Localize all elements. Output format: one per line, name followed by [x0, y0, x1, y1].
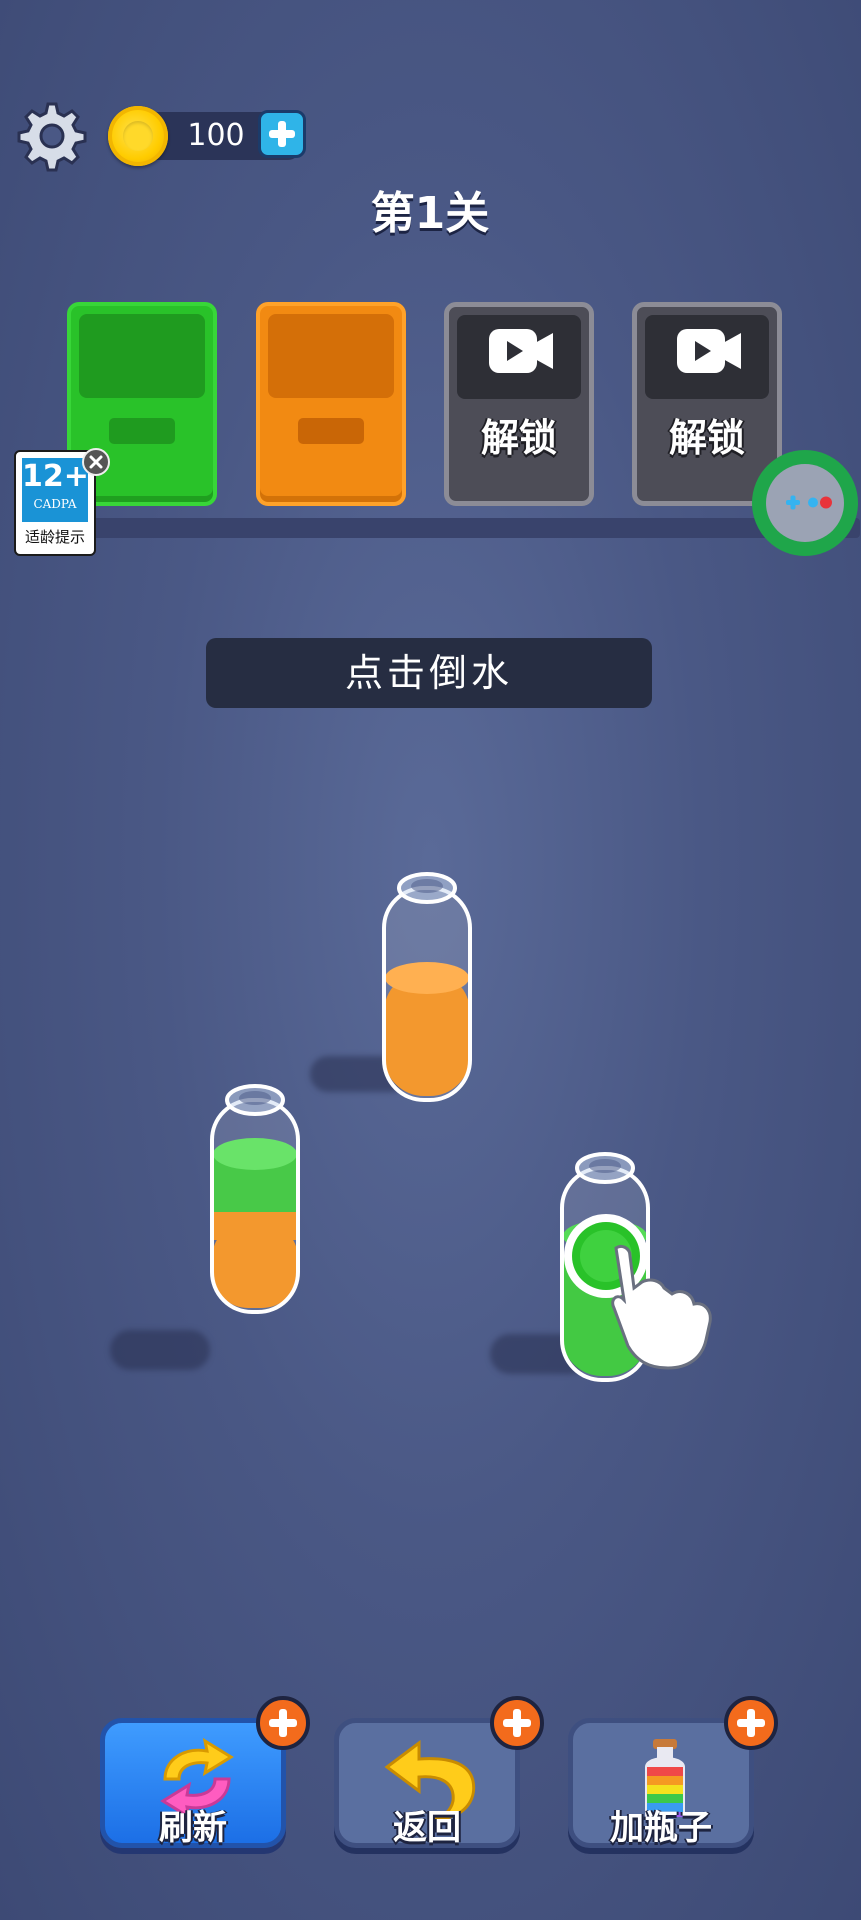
shelf	[40, 518, 860, 538]
tap-hand-pointer-icon	[564, 1214, 712, 1370]
settings-gear-icon[interactable]	[16, 100, 88, 172]
game-center-bubble[interactable]	[752, 450, 858, 556]
bottle-middle[interactable]	[378, 860, 482, 1110]
hint-banner: 点击倒水	[206, 638, 652, 708]
undo-plus-icon[interactable]	[490, 1696, 544, 1750]
coin-count: 100	[187, 118, 245, 153]
plus-icon	[269, 121, 295, 147]
add-bottle-label: 加瓶子	[610, 1808, 712, 1848]
close-icon[interactable]	[82, 448, 110, 476]
refresh-button[interactable]: 刷新	[100, 1718, 286, 1848]
refresh-label: 刷新	[159, 1808, 227, 1848]
video-icon	[489, 329, 553, 373]
bottle-shadow	[110, 1330, 210, 1370]
age-rating: 12+	[22, 459, 89, 494]
orange-color-box	[256, 302, 406, 506]
bottle-left[interactable]	[206, 1072, 310, 1322]
add-bottle-button[interactable]: 加瓶子	[568, 1718, 754, 1848]
unlock-label: 解锁	[668, 416, 745, 460]
add-coins-button[interactable]	[258, 110, 306, 158]
undo-button[interactable]: 返回	[334, 1718, 520, 1848]
age-org: CADPA	[33, 497, 77, 511]
undo-label: 返回	[393, 1808, 461, 1848]
unlock-label: 解锁	[480, 416, 557, 460]
add-bottle-plus-icon[interactable]	[724, 1696, 778, 1750]
refresh-plus-icon[interactable]	[256, 1696, 310, 1750]
locked-box-1[interactable]: 解锁	[444, 302, 594, 506]
level-title: 第1关	[370, 188, 490, 239]
age-tip: 适龄提示	[24, 528, 85, 546]
coin-icon	[108, 106, 168, 166]
video-icon	[677, 329, 741, 373]
gamepad-icon	[786, 495, 832, 510]
